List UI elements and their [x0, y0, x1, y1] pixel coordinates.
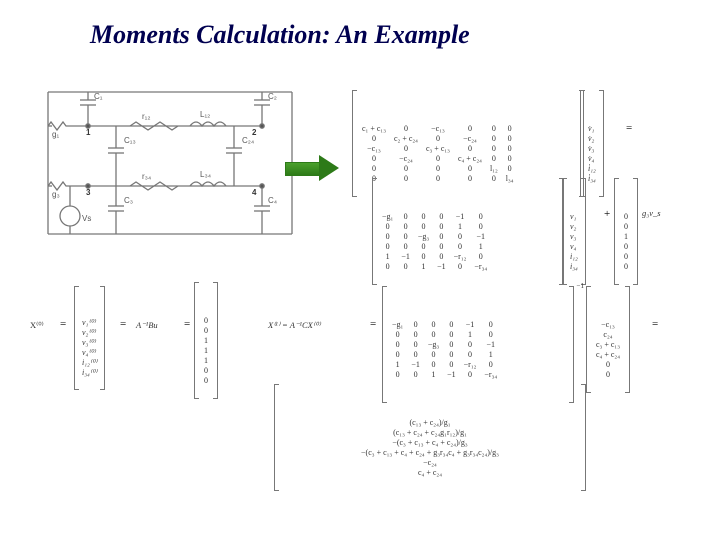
label-c13: C₁₃	[124, 136, 136, 145]
matrix-g-inv: −g₁000−1000001000−g₃00−10000011−100−r₁₂0…	[388, 288, 568, 401]
eq-sign-1: =	[626, 122, 632, 134]
label-l12: L₁₂	[200, 110, 210, 119]
eq-sign-3: =	[120, 318, 126, 330]
vector-x0-sym: v₁⁽⁰⁾v₂⁽⁰⁾v₃⁽⁰⁾v₄⁽⁰⁾i₁₂⁽⁰⁾i₃₄⁽⁰⁾	[80, 288, 99, 388]
node-2: 2	[252, 128, 256, 137]
arrow-icon	[285, 155, 345, 181]
label-c24: C₂₄	[242, 136, 254, 145]
label-vs: Vs	[82, 214, 91, 223]
x1-lhs: X⁽¹⁾ = A⁻¹CX⁽⁰⁾	[268, 320, 320, 331]
node-3: 3	[86, 188, 90, 197]
node-1: 1	[86, 128, 90, 137]
label-g1: g₁	[52, 130, 59, 139]
vector-bu: 001000	[620, 180, 632, 283]
label-g3: g₃	[52, 190, 60, 199]
page-title: Moments Calculation: An Example	[90, 20, 470, 50]
label-r12: r₁₂	[142, 112, 150, 121]
inverse-exponent: −1	[577, 282, 584, 291]
eq-sign-5: =	[370, 318, 376, 330]
label-c3: C₃	[124, 196, 133, 205]
label-r34: r₃₄	[142, 172, 151, 181]
x0-lhs: X⁽⁰⁾	[30, 320, 44, 331]
bu-symbol: g₃v_s	[642, 208, 661, 219]
matrix-g: −g₁000−1000001000−g₃00−10000011−100−r₁₂0…	[378, 180, 558, 283]
eq-sign-2: =	[60, 318, 66, 330]
vector-cx0: −c₁₃c₂₄c₃ + c₁₃c₄ + c₂₄00	[592, 288, 624, 391]
label-c2: C₂	[268, 92, 277, 101]
node-4: 4	[252, 188, 256, 197]
vector-x0-val: 0011100	[200, 284, 212, 397]
plus-sign: +	[604, 208, 610, 220]
eq-sign-6: =	[652, 318, 658, 330]
circuit-schematic: C₁ C₂ C₁₃ C₂₄ C₃ C₄ r₁₂ L₁₂ r₃₄ L₃₄ g₁ g…	[30, 86, 310, 246]
eq-sign-4: =	[184, 318, 190, 330]
x0-formula: A⁻¹Bu	[136, 320, 158, 331]
vector-xdot: v̇₁v̇₂v̇₃v̇₄i̇₁₂i̇₃₄	[586, 92, 598, 195]
label-l34: L₃₄	[200, 170, 211, 179]
vector-x1-result: (c₁₃ + c₂₄)/g₁(c₁₃ + c₂₄ + c₂₄g₁r₁₂)/g₁−…	[280, 386, 580, 489]
label-c1: C₁	[94, 92, 102, 101]
label-c4: C₄	[268, 196, 277, 205]
vector-x: v₁v₂v₃v₄i₁₂i₃₄	[568, 180, 580, 283]
